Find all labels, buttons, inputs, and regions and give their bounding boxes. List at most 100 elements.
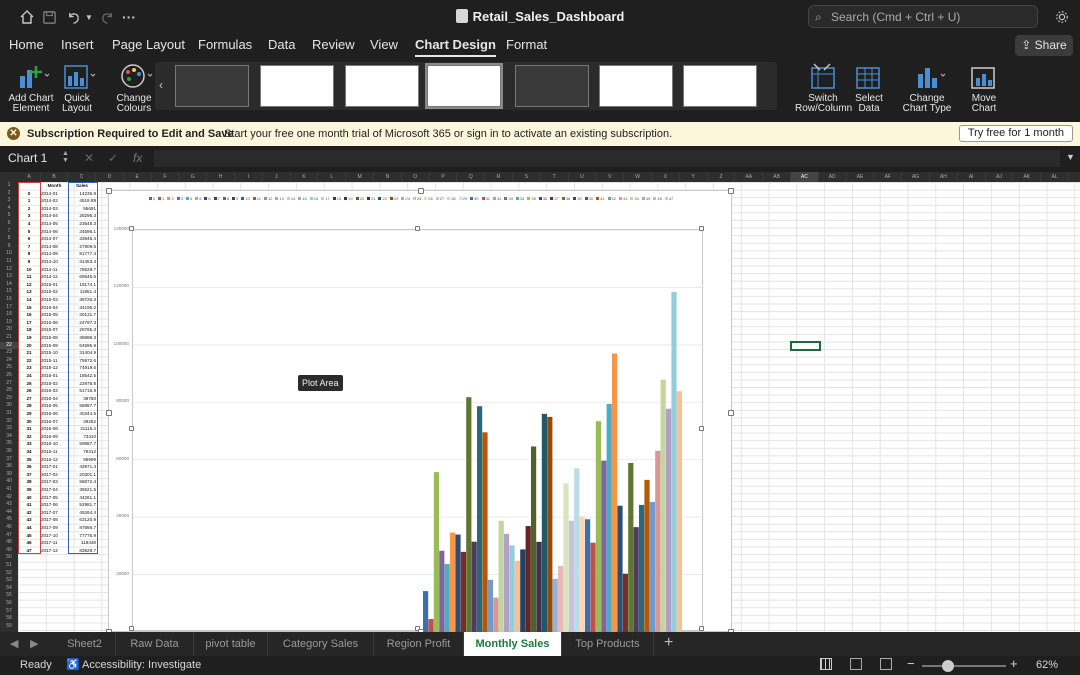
- row-header[interactable]: 38: [0, 463, 18, 471]
- column-header-x[interactable]: X: [652, 172, 680, 182]
- bar-series-12[interactable]: [487, 579, 493, 632]
- bar-series-30[interactable]: [585, 519, 591, 632]
- sheet-tab-sheet2[interactable]: Sheet2: [54, 632, 116, 656]
- move-chart-button[interactable]: Move Chart: [966, 62, 1002, 114]
- bar-series-25[interactable]: [558, 566, 564, 632]
- column-header-l[interactable]: L: [318, 172, 347, 182]
- legend-entry[interactable]: 38: [561, 196, 570, 201]
- bar-series-5[interactable]: [450, 532, 456, 632]
- row-header[interactable]: 18: [0, 311, 18, 319]
- legend-entry[interactable]: 46: [653, 196, 662, 201]
- bar-series-23[interactable]: [547, 416, 553, 632]
- row-header[interactable]: 28: [0, 387, 18, 395]
- row-header[interactable]: 29: [0, 395, 18, 403]
- column-header-f[interactable]: F: [152, 172, 180, 182]
- bar-series-9[interactable]: [471, 541, 477, 632]
- bar-series-7[interactable]: [460, 551, 466, 632]
- column-header-i[interactable]: I: [235, 172, 263, 182]
- bar-series-16[interactable]: [509, 545, 515, 632]
- tab-review[interactable]: Review: [312, 37, 355, 52]
- column-header-aa[interactable]: AA: [735, 172, 764, 182]
- sheet-next-icon[interactable]: ▶: [30, 637, 38, 650]
- legend-entry[interactable]: 23: [389, 196, 398, 201]
- plot-area-handle[interactable]: [129, 426, 134, 431]
- bar-series-6[interactable]: [455, 534, 461, 632]
- change-colours-button[interactable]: Change Colours: [110, 62, 158, 114]
- bar-series-39[interactable]: [633, 527, 639, 632]
- column-header-ai[interactable]: AI: [958, 172, 986, 182]
- column-header-w[interactable]: W: [624, 172, 652, 182]
- legend-entry[interactable]: 22: [378, 196, 387, 201]
- gallery-prev-icon[interactable]: ‹: [159, 78, 163, 92]
- bar-series-28[interactable]: [574, 468, 580, 632]
- chart-style-2[interactable]: [260, 65, 334, 107]
- plot-area[interactable]: [129, 226, 704, 632]
- tab-page-layout[interactable]: Page Layout: [112, 37, 185, 52]
- change-chart-type-button[interactable]: Change Chart Type: [900, 62, 954, 114]
- column-header-p[interactable]: P: [430, 172, 458, 182]
- column-header-z[interactable]: Z: [708, 172, 736, 182]
- row-header[interactable]: 33: [0, 425, 18, 433]
- legend-entry[interactable]: 21: [367, 196, 375, 201]
- bar-series-34[interactable]: [606, 403, 612, 632]
- legend-entry[interactable]: 43: [619, 196, 627, 201]
- bar-series-42[interactable]: [649, 502, 655, 632]
- legend-entry[interactable]: 18: [332, 196, 341, 201]
- row-header[interactable]: 37: [0, 456, 18, 464]
- column-header-ah[interactable]: AH: [930, 172, 958, 182]
- chart-style-1[interactable]: [175, 65, 249, 107]
- row-header[interactable]: 35: [0, 440, 18, 448]
- legend-entry[interactable]: 14: [286, 196, 295, 201]
- row-header[interactable]: 56: [0, 600, 18, 608]
- column-header-o[interactable]: O: [402, 172, 430, 182]
- legend-entry[interactable]: 24: [401, 196, 410, 201]
- zoom-level[interactable]: 62%: [1036, 659, 1058, 671]
- legend-entry[interactable]: 19: [344, 196, 353, 201]
- legend-entry[interactable]: 6: [204, 196, 211, 201]
- column-header-m[interactable]: M: [346, 172, 374, 182]
- chart-resize-handle[interactable]: [106, 410, 112, 416]
- bar-series-36[interactable]: [617, 505, 623, 632]
- bar-series-21[interactable]: [536, 541, 542, 632]
- row-header[interactable]: 31: [0, 410, 18, 418]
- column-header-ae[interactable]: AE: [847, 172, 875, 182]
- legend-entry[interactable]: 5: [195, 196, 201, 201]
- tab-home[interactable]: Home: [9, 37, 44, 52]
- legend-entry[interactable]: 13: [275, 196, 284, 201]
- page-break-view-icon[interactable]: [880, 658, 892, 670]
- row-header[interactable]: 30: [0, 402, 18, 410]
- row-header[interactable]: 7: [0, 228, 18, 236]
- column-header-k[interactable]: K: [291, 172, 319, 182]
- row-header[interactable]: 12: [0, 266, 18, 274]
- row-header[interactable]: 9: [0, 243, 18, 251]
- bar-series-1[interactable]: [428, 619, 434, 632]
- legend-entry[interactable]: 47: [664, 196, 673, 201]
- settings-icon[interactable]: [1054, 8, 1070, 26]
- bar-series-14[interactable]: [498, 520, 504, 632]
- bar-series-40[interactable]: [639, 504, 645, 632]
- legend-entry[interactable]: 1: [158, 196, 164, 201]
- chart-style-3[interactable]: [345, 65, 419, 107]
- bar-series-8[interactable]: [466, 397, 472, 632]
- column-header-b[interactable]: B: [41, 172, 68, 182]
- legend-entry[interactable]: 7: [213, 196, 220, 201]
- column-header-u[interactable]: U: [569, 172, 597, 182]
- column-header-al[interactable]: AL: [1041, 172, 1069, 182]
- bar-series-44[interactable]: [660, 379, 666, 632]
- sheet-tab-top-products[interactable]: Top Products: [562, 632, 654, 656]
- row-header[interactable]: 53: [0, 577, 18, 585]
- try-free-button[interactable]: Try free for 1 month: [958, 125, 1073, 142]
- row-header[interactable]: 58: [0, 615, 18, 623]
- row-header[interactable]: 32: [0, 418, 18, 426]
- legend-entry[interactable]: 34: [515, 196, 524, 201]
- row-header[interactable]: 45: [0, 516, 18, 524]
- row-header[interactable]: 6: [0, 220, 18, 228]
- row-header[interactable]: 2: [0, 190, 18, 198]
- legend-entry[interactable]: 32: [493, 196, 501, 201]
- row-header[interactable]: 16: [0, 296, 18, 304]
- active-cell[interactable]: [790, 341, 821, 351]
- cancel-icon[interactable]: ✕: [84, 151, 94, 165]
- legend-entry[interactable]: 0: [149, 196, 155, 201]
- bar-series-4[interactable]: [444, 564, 450, 632]
- row-header[interactable]: 17: [0, 304, 18, 312]
